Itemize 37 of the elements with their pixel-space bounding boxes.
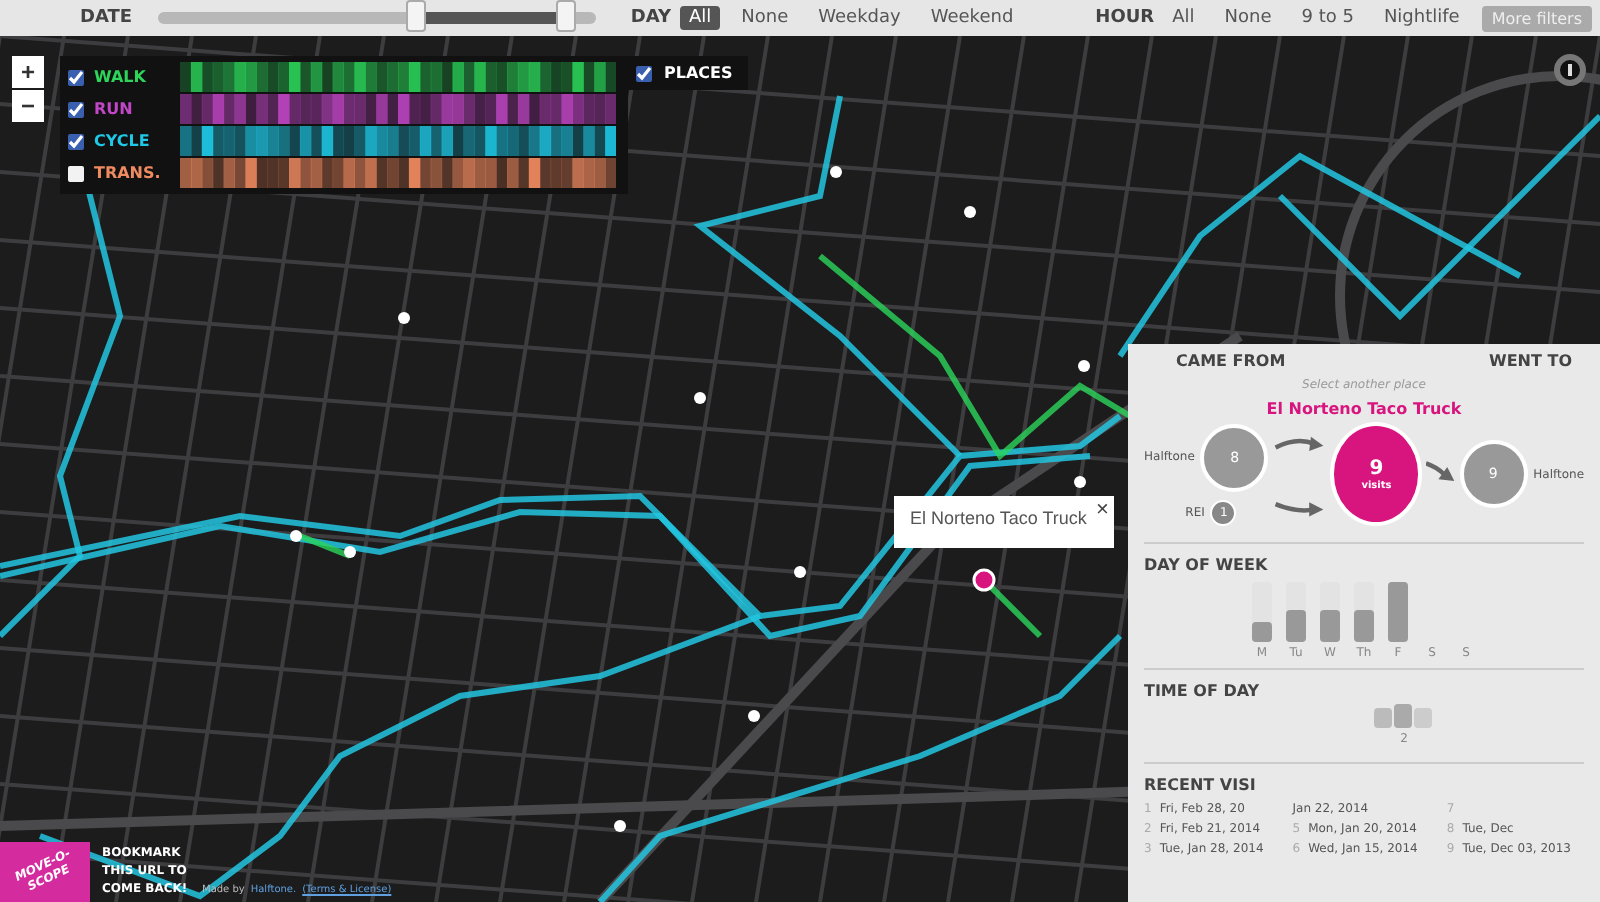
day-filter-option[interactable]: All: [680, 6, 720, 30]
hour-filter-option[interactable]: Nightlife: [1375, 6, 1468, 30]
day-label: DAY: [630, 8, 671, 28]
day-filter-option[interactable]: Weekend: [922, 6, 1022, 30]
place-title: El Norteno Taco Truck: [1264, 400, 1464, 418]
layer-label: WALK: [94, 68, 148, 86]
slider-handle[interactable]: [556, 0, 577, 32]
layer-checkbox[interactable]: [68, 165, 84, 181]
hour-filter-option[interactable]: All: [1164, 6, 1203, 30]
visit-count: 9: [1369, 457, 1384, 479]
day-filter-option[interactable]: Weekday: [810, 6, 909, 30]
layer-label: RUN: [94, 100, 135, 118]
layer-label: CYCLE: [94, 132, 152, 150]
info-icon[interactable]: [1552, 52, 1588, 88]
places-label: PLACES: [664, 64, 733, 82]
came-from-heading: CAME FROM: [1176, 352, 1286, 370]
popup-title: El Norteno Taco Truck: [910, 508, 1087, 528]
day-filter-option[interactable]: None: [733, 6, 797, 30]
layer-checkbox[interactable]: [68, 69, 84, 85]
layer-checkbox[interactable]: [68, 101, 84, 117]
slider-handle[interactable]: [406, 0, 427, 32]
time-of-day-heading: TIME OF DAY: [1144, 668, 1584, 700]
place-marker-icon[interactable]: [972, 568, 996, 592]
time-of-day-bars-drawing: [1374, 704, 1434, 728]
close-button[interactable]: ×: [1095, 498, 1109, 522]
layer-label: TRANS.: [94, 164, 163, 182]
date-label: DATE: [80, 8, 133, 28]
layer-checkbox[interactable]: [68, 133, 84, 149]
places-checkbox[interactable]: [636, 65, 652, 81]
zoom-out-button[interactable]: −: [12, 90, 44, 122]
hour-filter-option[interactable]: None: [1216, 6, 1280, 30]
hour-label: HOUR: [1095, 8, 1155, 28]
day-of-week-heading: DAY OF WEEK: [1144, 542, 1584, 574]
recent-visits-heading: RECENT VISI: [1144, 762, 1584, 794]
hour-filter-option[interactable]: 9 to 5: [1293, 6, 1362, 30]
zoom-in-button[interactable]: +: [12, 56, 44, 88]
went-to-heading: WENT TO: [1489, 352, 1572, 370]
